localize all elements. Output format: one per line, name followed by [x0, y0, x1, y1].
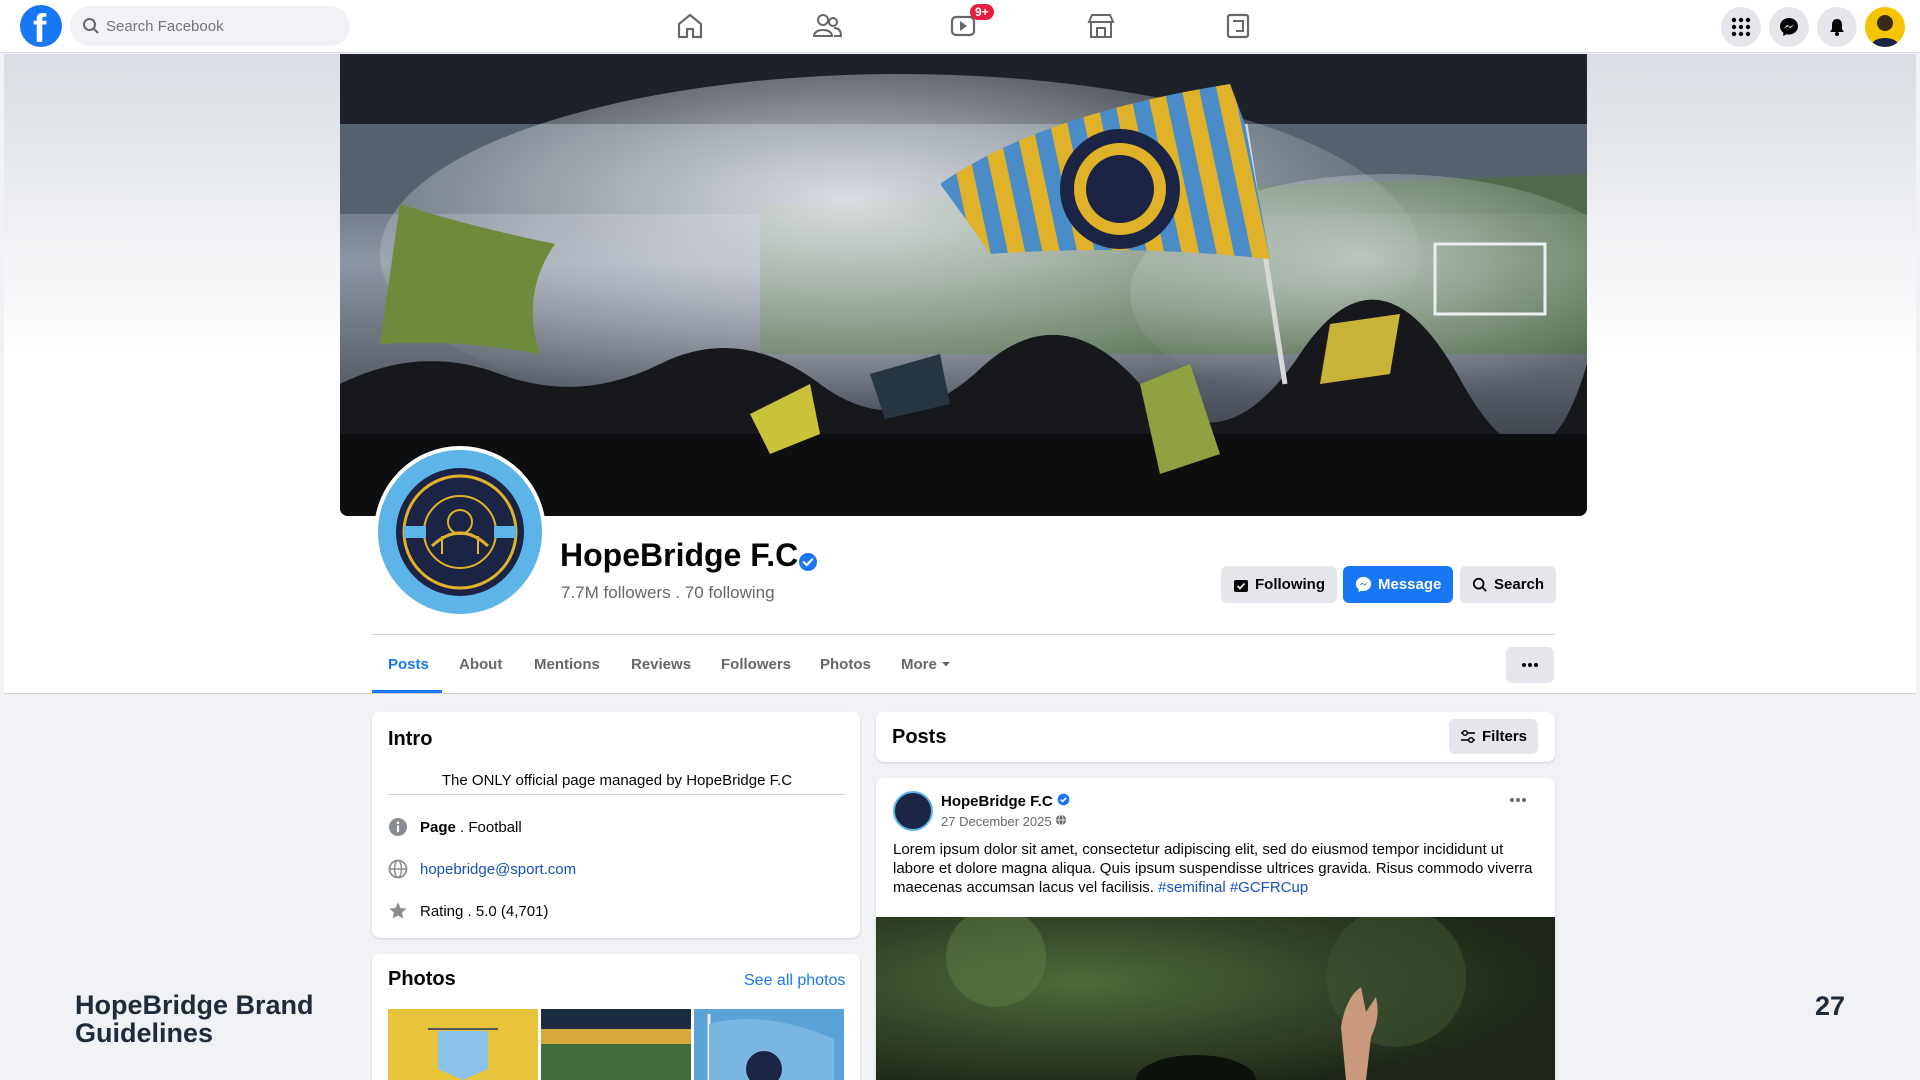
user-avatar-image — [1871, 15, 1899, 47]
post-body: Lorem ipsum dolor sit amet, consectetur … — [893, 840, 1540, 897]
page-number: 27 — [1815, 991, 1846, 1021]
header-divider — [372, 634, 1555, 635]
menu-button[interactable] — [1721, 7, 1761, 47]
brand-guidelines-line2: Guidelines — [75, 1018, 214, 1048]
follower-stats: 7.7M followers . 70 following — [561, 583, 775, 602]
message-label: Message — [1378, 576, 1442, 593]
post-timestamp[interactable]: 27 December 2025 — [941, 814, 1067, 829]
messenger-button[interactable] — [1769, 7, 1809, 47]
post-author-label: HopeBridge F.C — [941, 793, 1053, 810]
filters-button[interactable]: Filters — [1449, 719, 1538, 754]
stadium-crowd-image — [340, 54, 1587, 516]
photo-thumbnail[interactable] — [541, 1009, 691, 1080]
following-button[interactable]: Following — [1221, 566, 1337, 603]
messenger-icon — [1355, 576, 1372, 593]
post-options-icon[interactable] — [1510, 798, 1526, 802]
friends-icon[interactable] — [810, 10, 844, 42]
pennant-photo — [428, 1028, 498, 1080]
chevron-down-icon — [942, 662, 951, 667]
post-image[interactable] — [876, 917, 1555, 1080]
intro-divider — [388, 794, 845, 795]
globe-icon — [1056, 814, 1067, 826]
celebration-photo — [876, 917, 1555, 1080]
page-title: HopeBridge F.C — [560, 537, 799, 573]
messenger-icon — [1780, 18, 1798, 36]
tab-about[interactable]: About — [459, 656, 502, 673]
profile-picture[interactable] — [374, 446, 546, 618]
notifications-button[interactable] — [1817, 7, 1857, 47]
filters-label: Filters — [1481, 728, 1527, 745]
following-label: Following — [1255, 576, 1325, 593]
filter-sliders-icon — [1460, 729, 1475, 743]
tab-photos[interactable]: Photos — [820, 656, 871, 673]
intro-rating: Rating . 5.0 (4,701) — [388, 901, 548, 921]
see-all-photos-link[interactable]: See all photos — [744, 972, 845, 990]
tab-more-label: More — [901, 656, 937, 673]
marketplace-icon[interactable] — [1084, 10, 1118, 42]
message-button[interactable]: Message — [1343, 566, 1454, 603]
photos-title: Photos — [388, 968, 456, 990]
post-author-name[interactable]: HopeBridge F.C — [941, 793, 1070, 810]
top-navigation-bar: f 9+ — [0, 0, 1920, 53]
search-icon — [83, 18, 99, 34]
tab-more[interactable]: More — [901, 656, 951, 673]
active-tab-indicator — [372, 690, 442, 693]
home-icon[interactable] — [673, 10, 707, 42]
tab-mentions[interactable]: Mentions — [534, 656, 600, 673]
page-options-button[interactable] — [1506, 647, 1554, 683]
following-check-icon — [1234, 579, 1248, 592]
verified-badge-icon — [799, 553, 817, 571]
facebook-logo-letter: f — [33, 7, 47, 51]
photo-thumbnail[interactable] — [694, 1009, 844, 1080]
user-avatar[interactable] — [1865, 7, 1905, 47]
verified-badge-icon — [1057, 793, 1070, 806]
stadium-photo — [541, 1009, 691, 1080]
more-dots-icon — [1522, 663, 1538, 667]
intro-description: The ONLY official page managed by HopeBr… — [441, 772, 793, 789]
email-link[interactable]: hopebridge@sport.com — [420, 861, 576, 878]
tab-reviews[interactable]: Reviews — [631, 656, 691, 673]
page-category: . Football — [455, 818, 522, 836]
brand-guidelines-line1: HopeBridge Brand — [75, 990, 314, 1020]
club-crest-logo — [378, 450, 542, 614]
search-bar[interactable] — [70, 6, 350, 46]
post-hashtags[interactable]: #semifinal #GCFRCup — [1158, 879, 1308, 896]
gaming-icon[interactable] — [1221, 10, 1255, 42]
search-icon — [1472, 577, 1487, 592]
brand-guidelines-label: HopeBridge Brand Guidelines — [75, 991, 314, 1047]
post-date-label: 27 December 2025 — [941, 814, 1052, 829]
photo-thumbnail[interactable] — [388, 1009, 538, 1080]
bell-icon — [1830, 19, 1844, 36]
tab-posts[interactable]: Posts — [388, 656, 429, 673]
intro-email: hopebridge@sport.com — [388, 859, 576, 879]
flag-photo — [707, 1014, 834, 1080]
search-label: Search — [1494, 576, 1545, 593]
rating-text: Rating . 5.0 (4,701) — [420, 902, 549, 920]
info-icon — [389, 818, 407, 836]
posts-title: Posts — [892, 726, 947, 748]
facebook-logo[interactable]: f — [20, 5, 62, 51]
video-notification-badge: 9+ — [970, 4, 994, 20]
page-label: Page — [420, 818, 456, 836]
grid-menu-icon — [1731, 17, 1751, 37]
intro-page-category: Page . Football — [388, 817, 522, 837]
star-icon — [389, 902, 407, 919]
intro-card: Intro The ONLY official page managed by … — [372, 712, 860, 938]
cover-photo[interactable] — [340, 54, 1587, 516]
search-input[interactable] — [106, 6, 336, 46]
globe-icon — [388, 859, 408, 879]
intro-title: Intro — [388, 728, 433, 750]
tab-followers[interactable]: Followers — [721, 656, 791, 673]
post-author-avatar[interactable] — [893, 791, 933, 831]
page-search-button[interactable]: Search — [1460, 566, 1557, 603]
